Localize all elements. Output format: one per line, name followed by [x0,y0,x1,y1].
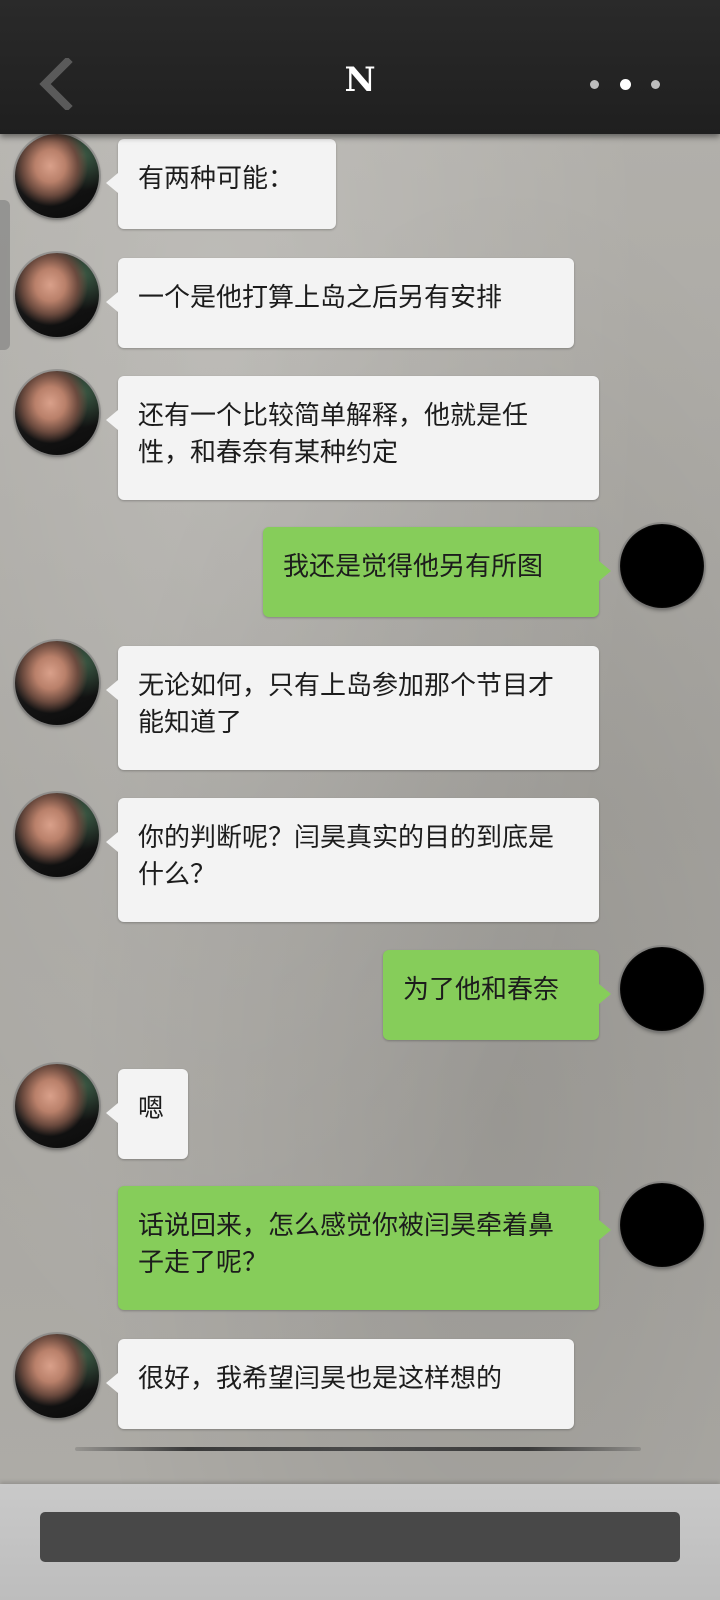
input-bar [0,1484,720,1600]
incoming-message-bubble[interactable]: 有两种可能： [106,139,336,229]
user-avatar[interactable] [620,947,704,1031]
more-dots-icon [651,79,660,89]
user-avatar[interactable] [620,524,704,608]
more-options-button[interactable] [590,72,660,96]
message-list: 有两种可能： 一个是他打算上岛之后另有安排 还有一个比较简单解释，他就是任性，和… [0,0,720,1440]
incoming-message-bubble[interactable]: 很好，我希望闫昊也是这样想的 [106,1339,574,1429]
incoming-message-bubble[interactable]: 一个是他打算上岛之后另有安排 [106,258,574,348]
contact-avatar[interactable] [15,1064,99,1148]
outgoing-message-bubble[interactable]: 我还是觉得他另有所图 [263,527,611,617]
outgoing-message-bubble[interactable]: 话说回来，怎么感觉你被闫昊牵着鼻子走了呢？ [118,1186,611,1310]
incoming-message-bubble[interactable]: 无论如何，只有上岛参加那个节目才能知道了 [106,646,599,770]
outgoing-message-bubble[interactable]: 为了他和春奈 [383,950,611,1040]
more-dots-icon [619,78,631,90]
contact-avatar[interactable] [15,371,99,455]
contact-avatar[interactable] [15,793,99,877]
contact-avatar[interactable] [15,134,99,218]
contact-avatar[interactable] [15,641,99,725]
user-avatar[interactable] [620,1183,704,1267]
more-dots-icon [590,79,599,89]
contact-avatar[interactable] [15,1334,99,1418]
incoming-message-bubble[interactable]: 还有一个比较简单解释，他就是任性，和春奈有某种约定 [106,376,599,500]
divider [75,1447,641,1451]
message-input[interactable] [40,1512,680,1562]
top-bar: N [0,0,720,134]
incoming-message-bubble[interactable]: 嗯 [106,1069,188,1159]
contact-avatar[interactable] [15,253,99,337]
incoming-message-bubble[interactable]: 你的判断呢？闫昊真实的目的到底是什么？ [106,798,599,922]
scrollbar-thumb[interactable] [0,200,10,350]
